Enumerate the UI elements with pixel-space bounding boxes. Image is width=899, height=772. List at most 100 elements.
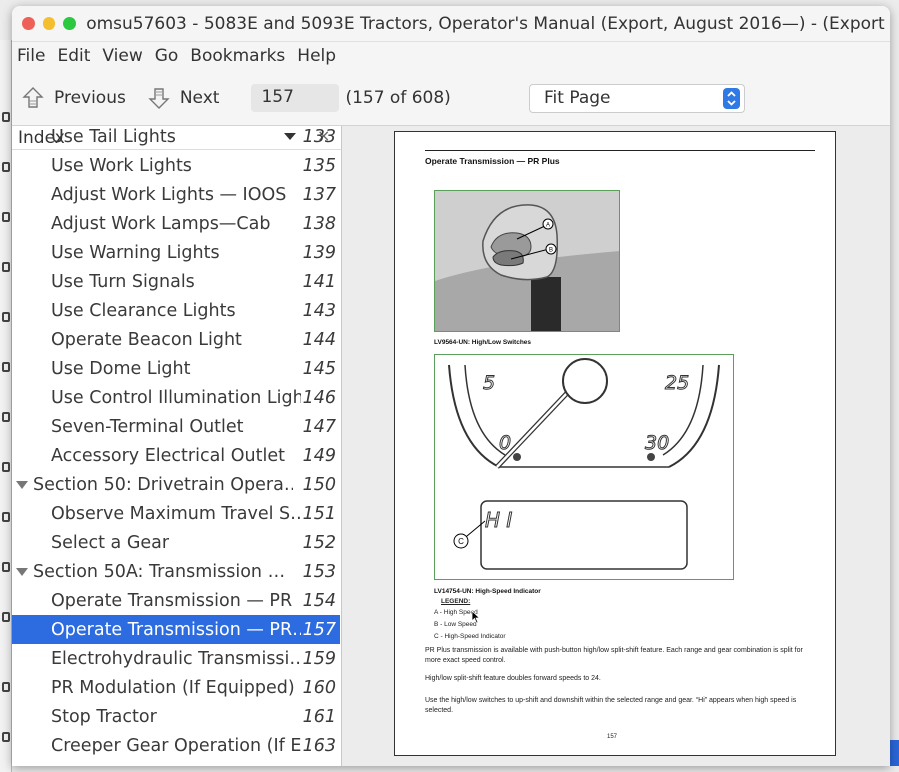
index-item-label: Operate Transmission — PR [51,590,293,611]
zoom-select[interactable]: Fit Page [529,84,745,113]
index-item[interactable]: Use Control Illumination Light 146 [12,383,340,412]
figure-high-low-switches: A B [434,190,620,332]
index-item-page: 161 [302,706,336,727]
index-item[interactable]: Operate Transmission — PR 154 [12,586,340,615]
figure2-caption: LV14754-UN: High-Speed Indicator [434,588,541,595]
background-icon [2,212,10,222]
gauge-label-0: 0 [499,432,511,454]
expand-triangle-icon[interactable] [16,481,28,489]
index-item-label: Use Dome Light [51,358,191,379]
background-window-strip [0,40,12,772]
toolbar: Previous Next 157 (157 of 608) Fit Page [12,70,890,126]
page-heading: Operate Transmission — PR Plus [425,156,560,166]
index-item[interactable]: Operate Transmission — PR… 157 [12,615,340,644]
index-item[interactable]: Use Turn Signals 141 [12,267,340,296]
index-item[interactable]: Adjust Work Lights — IOOS 137 [12,180,340,209]
index-item[interactable]: Creeper Gear Operation (If E… 163 [12,731,340,760]
background-icon [2,512,10,522]
menu-view[interactable]: View [102,46,142,66]
paragraph: Use the high/low switches to up-shift an… [425,697,797,714]
callout-a: A [546,223,550,229]
index-item-label: Stop Tractor [51,706,157,727]
index-item[interactable]: Adjust Work Lamps—Cab 138 [12,209,340,238]
index-item[interactable]: Stop Tractor 161 [12,702,340,731]
callout-c: C [458,537,464,546]
index-item-label: Section 50: Drivetrain Opera… [33,474,293,495]
index-item-page: 137 [302,184,336,205]
index-item[interactable]: Use Clearance Lights 143 [12,296,340,325]
page-number-input[interactable]: 157 [251,83,340,112]
index-item-label: Seven-Terminal Outlet [51,416,244,437]
background-icon [2,312,10,322]
menu-file[interactable]: File [17,46,45,66]
index-item[interactable]: Observe Maximum Travel S… 151 [12,499,340,528]
minimize-window-button[interactable] [42,17,56,30]
index-item-page: 159 [302,648,336,669]
previous-button[interactable]: Previous [22,86,126,110]
down-arrow-icon [148,87,170,109]
index-item-label: Operate Beacon Light [51,329,242,350]
gauge-label-5: 5 [483,372,495,394]
menu-bar: File Edit View Go Bookmarks Help [12,42,890,70]
display-hi: H I [485,508,512,532]
index-section-item[interactable]: Section 50: Drivetrain Opera… 150 [12,470,340,499]
index-section-item[interactable]: Section 50A: Transmission … 153 [12,557,340,586]
background-icon [2,462,10,472]
next-label: Next [179,87,220,108]
background-icon [2,362,10,372]
previous-label: Previous [54,87,126,108]
index-sidebar: Index × Use Tail Lights 133 Use Work Light… [12,126,342,766]
index-item-page: 157 [302,619,336,640]
menu-bookmarks[interactable]: Bookmarks [190,46,285,66]
index-item[interactable]: Use Warning Lights 139 [12,238,340,267]
index-item[interactable]: Use Dome Light 145 [12,354,340,383]
index-item-label: Adjust Work Lights — IOOS [51,184,287,205]
gauge-label-25: 25 [665,372,689,394]
index-item[interactable]: Accessory Electrical Outlet 149 [12,441,340,470]
next-button[interactable]: Next [148,86,220,110]
index-item-label: Use Control Illumination Light [51,387,301,408]
index-item-page: 144 [302,329,336,350]
paragraph: PR Plus transmission is available with p… [425,647,803,664]
paragraph: High/low split-shift feature doubles for… [425,675,601,682]
background-icon [2,162,10,172]
index-item-page: 141 [302,271,336,292]
maximize-window-button[interactable] [63,17,77,30]
document-view[interactable]: Operate Transmission — PR Plus A B LV956… [342,126,890,766]
figure-speed-indicator: 5 25 0 30 H I C [434,354,734,580]
index-item-label: Select a Gear [51,532,170,553]
index-item-label: Electrohydraulic Transmissi… [51,648,301,669]
index-item-label: Creeper Gear Operation (If E… [51,735,301,756]
document-viewer-window: omsu57603 - 5083E and 5093E Tractors, Op… [12,6,890,766]
index-item[interactable]: Seven-Terminal Outlet 147 [12,412,340,441]
menu-help[interactable]: Help [297,46,336,66]
index-item[interactable]: Use Tail Lights 133 [12,126,340,151]
header-rule [425,150,815,151]
title-bar: omsu57603 - 5083E and 5093E Tractors, Op… [12,6,890,42]
index-item-page: 154 [302,590,336,611]
page-count: (157 of 608) [345,87,451,108]
figure1-caption: LV9564-UN: High/Low Switches [434,339,532,346]
index-item[interactable]: Electrohydraulic Transmissi… 159 [12,644,340,673]
index-item-label: Adjust Work Lamps—Cab [51,213,271,234]
index-item[interactable]: PR Modulation (If Equipped) 160 [12,673,340,702]
index-item[interactable]: Select a Gear 152 [12,528,340,557]
index-item-label: Use Warning Lights [51,242,220,263]
index-item-page: 146 [302,387,336,408]
window-title: omsu57603 - 5083E and 5093E Tractors, Op… [86,13,890,34]
index-item[interactable]: Operate Beacon Light 144 [12,325,340,354]
index-item-page: 145 [302,358,336,379]
index-item[interactable]: Use Work Lights 135 [12,151,340,180]
index-item-page: 151 [302,503,336,524]
up-arrow-icon [22,86,44,108]
menu-go[interactable]: Go [155,46,179,66]
menu-edit[interactable]: Edit [57,46,90,66]
close-window-button[interactable] [22,17,35,30]
expand-triangle-icon[interactable] [16,568,28,576]
background-icon [2,262,10,272]
index-item-page: 147 [302,416,336,437]
document-page: Operate Transmission — PR Plus A B LV956… [394,131,836,756]
index-item-label: Use Turn Signals [51,271,195,292]
gauge-label-30: 30 [645,432,669,454]
background-icon [2,112,10,122]
